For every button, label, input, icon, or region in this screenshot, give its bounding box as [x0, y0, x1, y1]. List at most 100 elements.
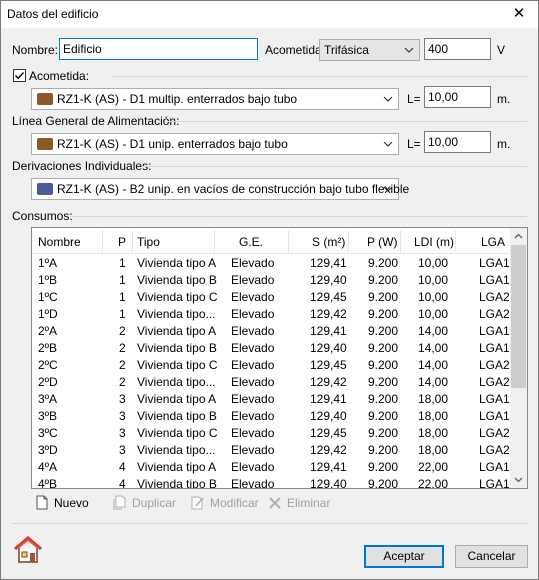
table-cell: Elevado — [231, 477, 275, 489]
table-cell: 2ºC — [38, 358, 58, 372]
table-row[interactable]: 3ºD 3 Vivienda tipo... Elevado 129,42 9.200 18… — [32, 442, 512, 459]
table-cell: 4ºB — [38, 477, 58, 489]
table-cell: Vivienda tipo C — [137, 290, 218, 304]
consumos-section-label: Consumos: — [12, 209, 73, 223]
table-cell: 4 — [119, 460, 126, 474]
cable-flexible-icon — [37, 183, 53, 195]
table-cell: 3 — [119, 443, 126, 457]
column-header[interactable]: Tipo — [137, 235, 160, 249]
duplicar-button[interactable]: Duplicar — [112, 494, 176, 510]
table-row[interactable]: 2ºB 2 Vivienda tipo B Elevado 129,40 9.200 14,… — [32, 340, 512, 357]
column-divider — [455, 230, 456, 252]
table-cell: LGA1 — [479, 460, 510, 474]
table-cell: LGA1 — [479, 273, 510, 287]
column-header[interactable]: LDI (m) — [414, 235, 454, 249]
column-header[interactable]: S (m²) — [312, 235, 345, 249]
table-row[interactable]: 2ºA 2 Vivienda tipo A Elevado 129,41 9.200 14,… — [32, 323, 512, 340]
table-cell: 1ºC — [38, 290, 58, 304]
table-row[interactable]: 1ºA 1 Vivienda tipo A Elevado 129,41 9.200 10,… — [32, 255, 512, 272]
modificar-button[interactable]: Modificar — [190, 494, 259, 510]
table-cell: 10,00 — [418, 273, 449, 287]
table-cell: LGA1 — [479, 341, 510, 355]
scrollbar-thumb[interactable] — [511, 245, 526, 388]
title-bar: Datos del edificio ✕ — [1, 1, 538, 28]
consumos-table[interactable]: Nombre P Tipo G.E. S (m²) P (W) LDI (m) … — [31, 227, 528, 489]
acometida-length-unit: m. — [497, 92, 511, 106]
acometida-length-input[interactable]: 10,00 — [424, 86, 491, 108]
table-cell: Elevado — [231, 392, 275, 406]
column-header[interactable]: P — [118, 235, 126, 249]
table-cell: 1ºD — [38, 307, 58, 321]
divider — [113, 76, 527, 77]
divider — [143, 166, 527, 167]
table-cell: LGA1 — [479, 392, 510, 406]
vertical-scrollbar[interactable] — [510, 228, 527, 488]
voltage-input[interactable]: 400 — [424, 38, 491, 60]
table-cell: 9.200 — [368, 256, 399, 270]
lga-cable-select[interactable]: RZ1-K (AS) - D1 unip. enterrados bajo tu… — [31, 133, 399, 155]
scroll-up-icon[interactable] — [514, 232, 523, 241]
table-cell: 14,00 — [418, 341, 449, 355]
table-cell: 10,00 — [418, 290, 449, 304]
lga-length-label: L= — [407, 137, 421, 151]
nombre-input[interactable]: Edificio — [59, 38, 258, 60]
table-cell: 2ºD — [38, 375, 58, 389]
table-row[interactable]: 3ºC 3 Vivienda tipo C Elevado 129,45 9.200 18,… — [32, 425, 512, 442]
chevron-down-icon — [383, 186, 393, 192]
derivaciones-cable-select[interactable]: RZ1-K (AS) - B2 unip. en vacíos de const… — [31, 178, 409, 200]
lga-length-input[interactable]: 10,00 — [424, 131, 491, 153]
table-cell: 129,42 — [310, 307, 347, 321]
table-cell: 1ºA — [38, 256, 58, 270]
table-cell: 129,45 — [310, 426, 347, 440]
acometida-checkbox[interactable] — [13, 69, 26, 82]
close-button[interactable]: ✕ — [504, 3, 534, 25]
table-row[interactable]: 1ºC 1 Vivienda tipo C Elevado 129,45 9.200 10,… — [32, 289, 512, 306]
table-cell: Vivienda tipo C — [137, 358, 218, 372]
acometida-type-select[interactable]: Trifásica — [319, 39, 420, 61]
table-cell: 9.200 — [368, 409, 399, 423]
table-cell: 22,00 — [418, 477, 449, 489]
table-cell: Vivienda tipo B — [137, 477, 217, 489]
divider — [71, 216, 527, 217]
table-cell: 3ºC — [38, 426, 58, 440]
acometida-cable-select[interactable]: RZ1-K (AS) - D1 multip. enterrados bajo … — [31, 88, 399, 110]
aceptar-button[interactable]: Aceptar — [364, 545, 444, 568]
table-row[interactable]: 1ºD 1 Vivienda tipo... Elevado 129,42 9.200 10… — [32, 306, 512, 323]
table-row[interactable]: 3ºA 3 Vivienda tipo A Elevado 129,41 9.200 18,… — [32, 391, 512, 408]
table-cell: 3 — [119, 392, 126, 406]
acometida-length-label: L= — [407, 92, 421, 106]
chevron-down-icon — [383, 96, 393, 102]
eliminar-button[interactable]: Eliminar — [268, 494, 330, 510]
scroll-down-icon[interactable] — [514, 475, 523, 484]
table-cell: 2 — [119, 324, 126, 338]
table-cell: Elevado — [231, 426, 275, 440]
table-row[interactable]: 2ºD 2 Vivienda tipo... Elevado 129,42 9.200 14… — [32, 374, 512, 391]
table-cell: 9.200 — [368, 426, 399, 440]
table-row[interactable]: 4ºB 4 Vivienda tipo B Elevado 129,40 9.200 22,… — [32, 476, 512, 489]
table-cell: 18,00 — [418, 443, 449, 457]
column-header[interactable]: P (W) — [367, 235, 397, 249]
table-cell: 129,41 — [310, 324, 347, 338]
cable-unipolar-icon — [37, 138, 53, 150]
table-cell: Elevado — [231, 290, 275, 304]
table-cell: LGA2 — [479, 375, 510, 389]
column-header[interactable]: G.E. — [239, 235, 263, 249]
cancelar-button[interactable]: Cancelar — [455, 545, 528, 568]
table-row[interactable]: 2ºC 2 Vivienda tipo C Elevado 129,45 9.200 14,… — [32, 357, 512, 374]
table-cell: Vivienda tipo... — [137, 443, 216, 457]
table-cell: LGA1 — [479, 256, 510, 270]
table-cell: 129,42 — [310, 375, 347, 389]
table-row[interactable]: 3ºB 3 Vivienda tipo B Elevado 129,40 9.200 18,… — [32, 408, 512, 425]
column-header[interactable]: Nombre — [38, 235, 81, 249]
table-cell: LGA2 — [479, 358, 510, 372]
table-cell: Vivienda tipo C — [137, 426, 218, 440]
table-cell: 22,00 — [418, 460, 449, 474]
table-row[interactable]: 1ºB 1 Vivienda tipo B Elevado 129,40 9.200 10,… — [32, 272, 512, 289]
column-divider — [348, 230, 349, 252]
table-row[interactable]: 4ºA 4 Vivienda tipo A Elevado 129,41 9.200 22,… — [32, 459, 512, 476]
table-cell: Elevado — [231, 307, 275, 321]
column-header[interactable]: LGA — [481, 235, 505, 249]
divider — [167, 121, 527, 122]
nuevo-button[interactable]: Nuevo — [35, 494, 89, 510]
table-cell: 4ºA — [38, 460, 58, 474]
